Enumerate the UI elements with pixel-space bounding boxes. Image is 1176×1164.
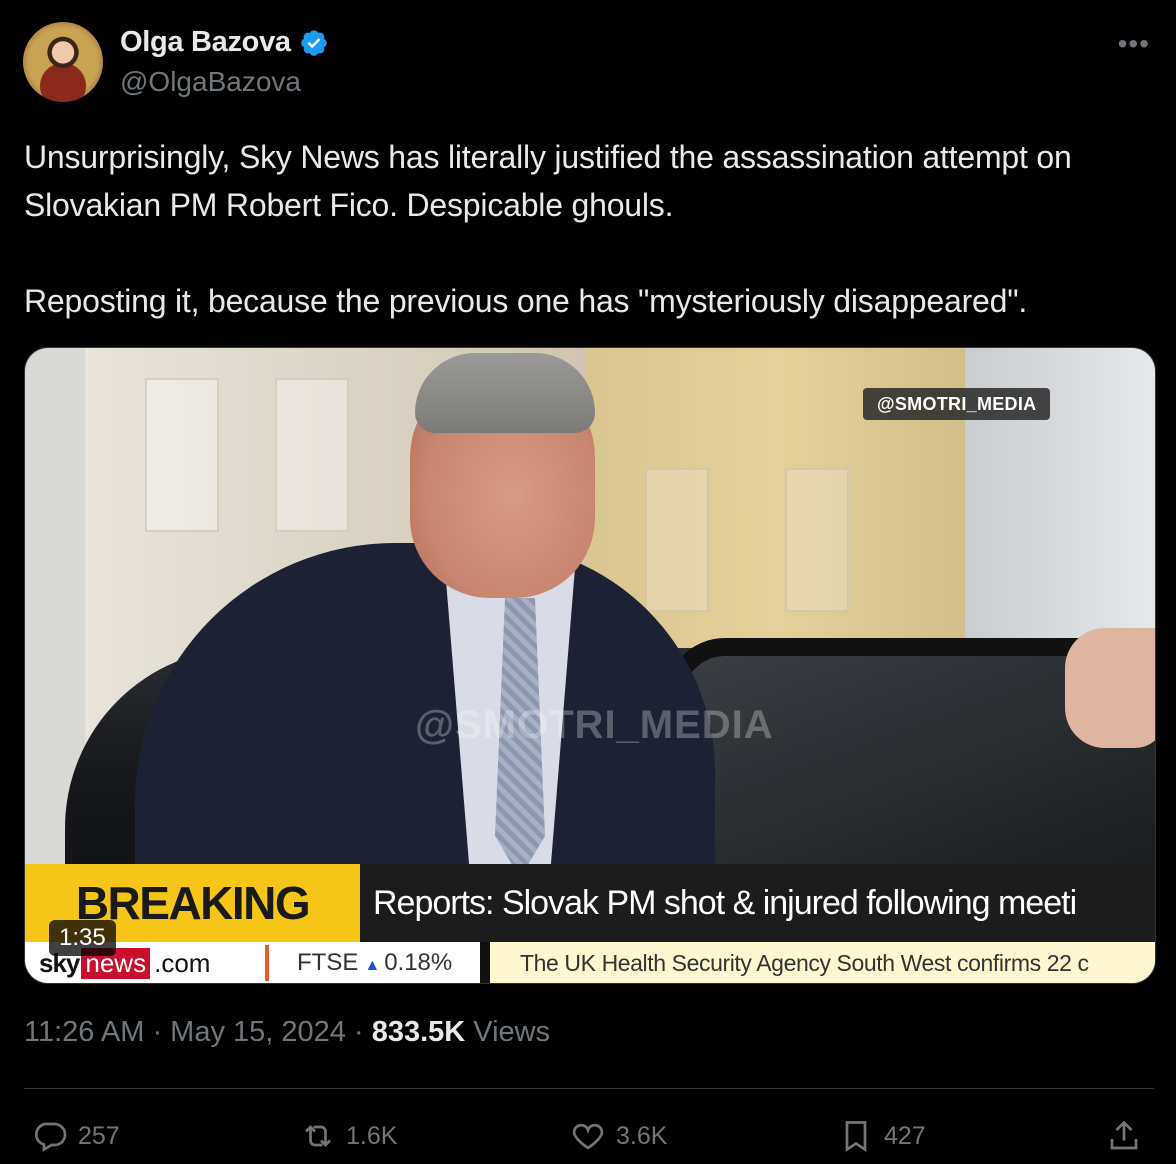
ftse-ticker: FTSE ▲ 0.18% xyxy=(297,949,453,976)
verified-badge-icon xyxy=(300,29,327,56)
reply-count: 257 xyxy=(78,1121,120,1150)
tweet-paragraph-2: Reposting it, because the previous one h… xyxy=(24,283,1028,319)
tweet-paragraph-1: Unsurprisingly, Sky News has literally j… xyxy=(24,139,1072,223)
watermark-center: @SMOTRI_MEDIA xyxy=(415,703,774,747)
watermark-badge: @SMOTRI_MEDIA xyxy=(863,388,1051,420)
news-ticker-text: The UK Health Security Agency South West… xyxy=(520,950,1089,976)
up-arrow-icon: ▲ xyxy=(364,957,381,974)
bookmark-icon xyxy=(845,1121,867,1153)
reply-button[interactable]: 257 xyxy=(32,1118,120,1154)
reply-icon xyxy=(34,1122,67,1152)
repost-icon xyxy=(305,1125,331,1147)
tweet-time[interactable]: 11:26 AM xyxy=(24,1016,144,1048)
news-headline: Reports: Slovak PM shot & injured follow… xyxy=(373,884,1077,922)
video-duration: 1:35 xyxy=(49,920,116,956)
avatar[interactable] xyxy=(23,22,103,102)
tweet-date[interactable]: May 15, 2024 xyxy=(170,1016,346,1048)
bookmark-count: 427 xyxy=(884,1121,926,1150)
heart-icon xyxy=(572,1123,604,1150)
share-icon xyxy=(1110,1120,1138,1150)
tweet-text: Unsurprisingly, Sky News has literally j… xyxy=(24,133,1164,325)
like-count: 3.6K xyxy=(616,1121,668,1150)
tweet-meta: 11:26 AM · May 15, 2024 · 833.5K Views xyxy=(24,1016,551,1048)
bookmark-button[interactable]: 427 xyxy=(838,1118,926,1154)
more-options-icon[interactable]: ••• xyxy=(1118,28,1150,60)
author-name[interactable]: Olga Bazova xyxy=(120,26,291,59)
author-handle[interactable]: @OlgaBazova xyxy=(120,66,301,98)
share-button[interactable] xyxy=(1106,1118,1142,1154)
repost-count: 1.6K xyxy=(346,1121,398,1150)
like-button[interactable]: 3.6K xyxy=(570,1118,667,1154)
views-label: Views xyxy=(473,1016,551,1048)
repost-button[interactable]: 1.6K xyxy=(300,1118,397,1154)
divider xyxy=(24,1088,1154,1089)
video-player[interactable]: @SMOTRI_MEDIA @SMOTRI_MEDIA BREAKING NEW… xyxy=(24,347,1156,984)
views-count: 833.5K xyxy=(371,1016,466,1048)
